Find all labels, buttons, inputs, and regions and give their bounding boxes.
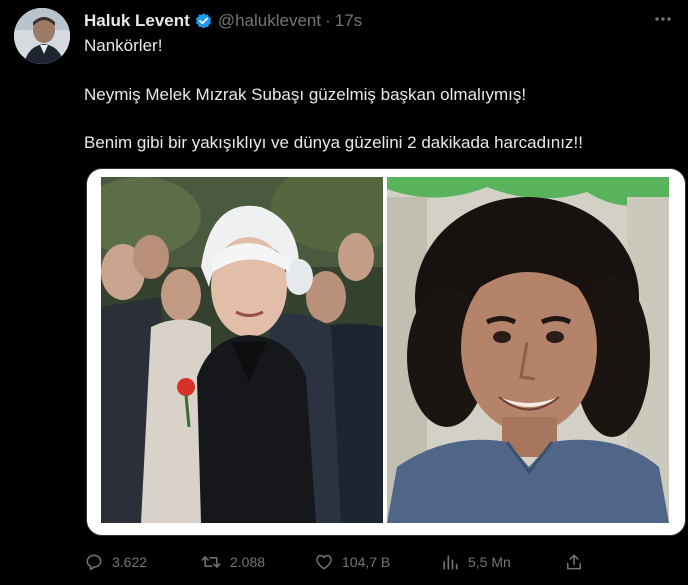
more-horizontal-icon[interactable] [652, 8, 674, 30]
author-handle[interactable]: @haluklevent [218, 11, 321, 31]
repost-button[interactable]: 2.088 [200, 550, 265, 574]
reply-count: 3.622 [112, 554, 148, 570]
separator-dot: · [325, 11, 331, 30]
views-button[interactable]: 5,5 Mn [440, 550, 511, 574]
tweet[interactable]: Haluk Levent @haluklevent · 17s Nankörle… [0, 0, 688, 585]
timestamp[interactable]: 17s [335, 11, 362, 31]
tweet-text-line-3: Benim gibi bir yakışıklıyı ve dünya güze… [84, 133, 583, 152]
tweet-actions: 3.622 2.088 104,7 B 5,5 Mn [84, 550, 684, 574]
like-button[interactable]: 104,7 B [314, 550, 390, 574]
verified-badge-icon [194, 12, 213, 31]
tweet-text-line-1: Nankörler! [84, 36, 163, 55]
photo-woman-white-hair[interactable] [101, 177, 383, 523]
repost-count: 2.088 [230, 554, 266, 570]
share-icon [567, 554, 581, 570]
heart-icon [316, 554, 332, 570]
views-chart-icon [443, 555, 458, 570]
repost-icon [201, 556, 221, 568]
reply-button[interactable]: 3.622 [84, 550, 147, 574]
avatar[interactable] [14, 8, 70, 64]
reply-icon [86, 554, 102, 571]
views-count: 5,5 Mn [468, 554, 511, 570]
author-name[interactable]: Haluk Levent [84, 11, 190, 31]
share-button[interactable] [564, 550, 592, 574]
media-attachment[interactable] [86, 168, 686, 536]
like-count: 104,7 B [342, 554, 391, 570]
tweet-text-line-2: Neymiş Melek Mızrak Subaşı güzelmiş başk… [84, 85, 527, 104]
photo-man-curly-hair[interactable] [387, 177, 669, 523]
